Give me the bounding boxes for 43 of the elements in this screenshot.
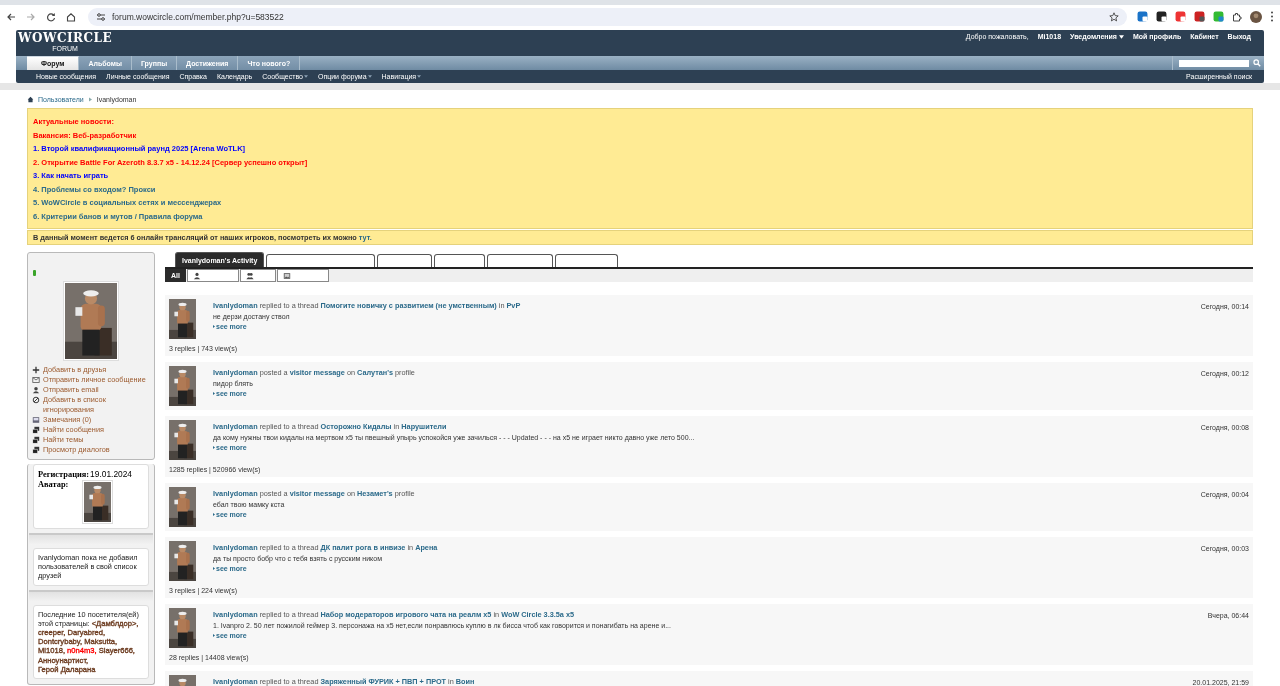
puzzle-icon[interactable] bbox=[1232, 11, 1242, 22]
search-field[interactable] bbox=[1179, 59, 1249, 67]
windows-icon bbox=[32, 446, 40, 454]
filter-tab[interactable] bbox=[239, 269, 276, 282]
site-settings-icon[interactable] bbox=[96, 11, 106, 22]
arrow-icon bbox=[87, 96, 93, 102]
star-icon[interactable] bbox=[1109, 11, 1119, 22]
person-icon bbox=[192, 271, 201, 280]
caret-icon bbox=[1118, 34, 1124, 39]
logo-text[interactable]: WOWCIRCLE bbox=[18, 32, 113, 45]
caret-icon bbox=[303, 75, 308, 78]
extension-icon[interactable] bbox=[1156, 11, 1167, 22]
address-bar[interactable]: forum.wowcircle.com/member.php?u=583522 bbox=[88, 7, 1127, 26]
extension-icon[interactable] bbox=[1194, 11, 1205, 22]
filter-tab[interactable] bbox=[186, 269, 239, 282]
menu-icon[interactable] bbox=[1270, 11, 1274, 22]
registration-label: Регистрация: bbox=[38, 470, 90, 479]
home-icon[interactable] bbox=[66, 11, 76, 22]
profile-tab[interactable] bbox=[487, 254, 554, 267]
registration-date: 19.01.2024 bbox=[90, 469, 133, 479]
reload-icon[interactable] bbox=[46, 11, 56, 22]
people-icon bbox=[245, 271, 254, 280]
profile-tab[interactable] bbox=[434, 254, 486, 267]
caret-icon bbox=[417, 75, 422, 78]
avatar-icon[interactable] bbox=[1250, 10, 1262, 23]
home-icon[interactable] bbox=[27, 95, 34, 103]
person-icon bbox=[32, 386, 40, 394]
windows-icon bbox=[32, 426, 40, 434]
avatar-label: Аватар: bbox=[38, 480, 69, 489]
profile-tab[interactable] bbox=[266, 254, 376, 267]
back-icon[interactable] bbox=[6, 11, 16, 22]
plus-icon bbox=[32, 366, 40, 374]
image-icon bbox=[282, 271, 291, 280]
card-icon bbox=[32, 416, 40, 424]
caret-icon bbox=[367, 75, 372, 78]
block-icon bbox=[32, 396, 40, 404]
profile-tab[interactable] bbox=[377, 254, 433, 267]
url-text: forum.wowcircle.com/member.php?u=583522 bbox=[112, 11, 285, 22]
filter-tab[interactable] bbox=[276, 269, 329, 282]
envelope-icon bbox=[32, 376, 40, 384]
search-icon[interactable] bbox=[1253, 59, 1261, 67]
windows-icon bbox=[32, 436, 40, 444]
profile-tab[interactable] bbox=[555, 254, 619, 267]
